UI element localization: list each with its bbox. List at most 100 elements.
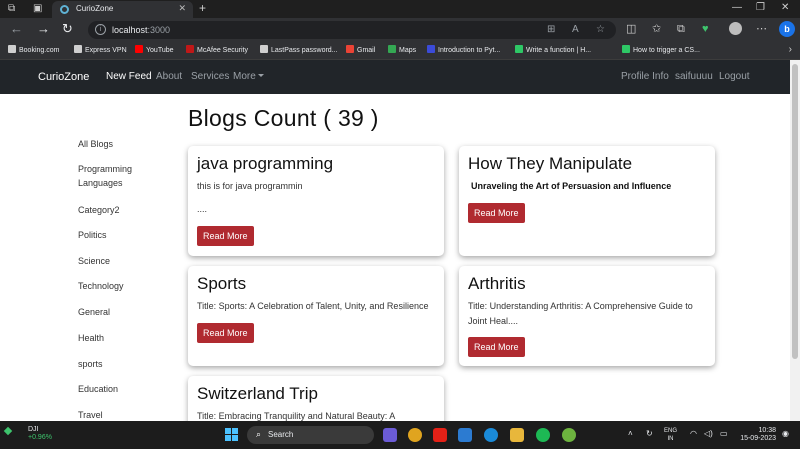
- update-icon[interactable]: ↻: [646, 429, 653, 438]
- stock-widget-icon: [3, 426, 13, 436]
- back-icon[interactable]: ←: [10, 22, 23, 36]
- bookmark-item[interactable]: LastPass password...: [260, 45, 338, 57]
- workspaces-icon[interactable]: ⧉: [8, 3, 15, 15]
- bookmark-item[interactable]: Gmail: [346, 45, 375, 57]
- notifications-icon[interactable]: ◉: [782, 429, 789, 438]
- read-more-button[interactable]: Read More: [197, 323, 254, 343]
- forward-icon[interactable]: →: [37, 22, 50, 36]
- extension-icon[interactable]: ♥: [702, 23, 709, 35]
- more-menu-icon[interactable]: ⋯: [756, 23, 767, 35]
- nav-username[interactable]: saifuuuu: [675, 71, 713, 82]
- sidebar-item-programming-languages[interactable]: Programming Languages: [78, 162, 158, 190]
- read-aloud-icon[interactable]: A: [572, 24, 579, 35]
- tab-actions-icon[interactable]: ▣: [33, 3, 42, 15]
- bookmark-item[interactable]: Introduction to Pyt...: [427, 45, 500, 57]
- nav-logout[interactable]: Logout: [719, 71, 750, 82]
- read-more-button[interactable]: Read More: [197, 226, 254, 246]
- favorite-star-icon[interactable]: ☆: [596, 24, 605, 35]
- sidebar-item-all-blogs[interactable]: All Blogs: [78, 137, 158, 151]
- youtube-icon: [135, 45, 143, 53]
- nav-about[interactable]: About: [156, 71, 182, 82]
- tab-curiozone[interactable]: CurioZone ✕: [52, 1, 193, 18]
- wifi-icon[interactable]: ◠: [690, 429, 697, 438]
- sidebar-item-travel[interactable]: Travel: [78, 408, 158, 421]
- site-info-icon[interactable]: i: [95, 24, 106, 35]
- app-available-icon[interactable]: ⊞: [547, 24, 555, 35]
- bookmark-icon: [260, 45, 268, 53]
- nav-new-feed[interactable]: New Feed: [106, 71, 152, 82]
- bookmark-item[interactable]: Write a function | H...: [515, 45, 591, 57]
- bookmark-item[interactable]: Express VPN: [74, 45, 127, 57]
- blog-card-title[interactable]: Sports: [197, 274, 246, 294]
- read-more-button[interactable]: Read More: [468, 203, 525, 223]
- clock-time: 10:38: [758, 427, 776, 434]
- bookmark-item[interactable]: How to trigger a CS...: [622, 45, 700, 57]
- file-explorer-icon[interactable]: [510, 428, 524, 442]
- nav-profile-info[interactable]: Profile Info: [621, 71, 669, 82]
- collections-icon[interactable]: ⧉: [677, 23, 685, 35]
- teams-icon[interactable]: [383, 428, 397, 442]
- profile-avatar[interactable]: [729, 22, 742, 35]
- search-icon: ⌕: [256, 429, 262, 439]
- tab-title: CurioZone: [76, 4, 114, 13]
- blog-card-title[interactable]: Switzerland Trip: [197, 384, 318, 404]
- blog-card-ellipsis: ....: [197, 204, 208, 214]
- reload-icon[interactable]: ↻: [62, 22, 73, 36]
- bookmark-item[interactable]: McAfee Security: [186, 45, 248, 57]
- sidebar-item-technology[interactable]: Technology: [78, 279, 158, 293]
- bookmark-item[interactable]: Maps: [388, 45, 416, 57]
- bookmark-icon: [515, 45, 523, 53]
- close-window-icon[interactable]: ✕: [781, 2, 789, 13]
- spring-tools-icon[interactable]: [562, 428, 576, 442]
- new-tab-icon[interactable]: +: [199, 1, 206, 15]
- spotify-icon[interactable]: [536, 428, 550, 442]
- volume-icon[interactable]: ◁): [704, 429, 713, 438]
- site-navbar: CurioZone New Feed About Services More P…: [0, 60, 790, 94]
- blog-card-title[interactable]: java programming: [197, 154, 333, 174]
- read-more-button[interactable]: Read More: [468, 337, 525, 357]
- favorites-icon[interactable]: ✩: [652, 23, 661, 35]
- bookmark-item[interactable]: Booking.com: [8, 45, 59, 57]
- system-clock[interactable]: 10:38 15-09-2023: [738, 427, 776, 443]
- vscode-icon[interactable]: [458, 428, 472, 442]
- blog-card-title[interactable]: Arthritis: [468, 274, 526, 294]
- input-language[interactable]: ENG IN: [664, 427, 677, 443]
- chrome-icon[interactable]: [408, 428, 422, 442]
- bookmark-item[interactable]: YouTube: [135, 45, 174, 57]
- site-brand[interactable]: CurioZone: [38, 71, 89, 83]
- sidebar-item-science[interactable]: Science: [78, 254, 158, 268]
- blog-card: How They Manipulate Unraveling the Art o…: [459, 146, 715, 256]
- taskbar-search[interactable]: ⌕ Search: [247, 426, 374, 444]
- sidebar-item-sports[interactable]: sports: [78, 357, 158, 371]
- battery-icon[interactable]: ▭: [720, 429, 728, 438]
- scrollbar-thumb[interactable]: [792, 64, 798, 359]
- sidebar-item-health[interactable]: Health: [78, 331, 158, 345]
- sidebar-item-education[interactable]: Education: [78, 382, 158, 396]
- bookmarks-overflow-icon[interactable]: ›: [789, 44, 792, 55]
- browser-toolbar: ← → ↻ i localhost:3000 ⊞ A ☆ ◫ ✩ ⧉ ♥ ⋯: [0, 18, 800, 42]
- restore-icon[interactable]: ❐: [756, 2, 765, 13]
- edge-icon[interactable]: [484, 428, 498, 442]
- close-tab-icon[interactable]: ✕: [178, 3, 186, 14]
- bing-chat-icon[interactable]: b: [779, 21, 795, 37]
- page-title: Blogs Count ( 39 ): [188, 105, 379, 131]
- address-bar[interactable]: i localhost:3000 ⊞ A ☆: [88, 21, 616, 39]
- windows-start-icon[interactable]: [225, 428, 238, 441]
- url-text: localhost:3000: [112, 25, 171, 35]
- youtube-app-icon[interactable]: [433, 428, 447, 442]
- sidebar-item-category2[interactable]: Category2: [78, 203, 158, 217]
- nav-services[interactable]: Services: [191, 71, 229, 82]
- minimize-icon[interactable]: —: [732, 2, 742, 13]
- maps-icon: [388, 45, 396, 53]
- blog-card-description: Title: Embracing Tranquility and Natural…: [197, 411, 396, 421]
- nav-more-dropdown[interactable]: More: [233, 71, 264, 82]
- blog-card: Arthritis Title: Understanding Arthritis…: [459, 266, 715, 366]
- split-screen-icon[interactable]: ◫: [626, 23, 636, 35]
- sidebar-item-politics[interactable]: Politics: [78, 228, 158, 242]
- sidebar-item-general[interactable]: General: [78, 305, 158, 319]
- show-hidden-icons-icon[interactable]: ˄: [628, 429, 633, 438]
- stock-widget[interactable]: DJI +0.96%: [28, 426, 52, 442]
- blog-card-title[interactable]: How They Manipulate: [468, 154, 632, 174]
- bookmark-icon: [8, 45, 16, 53]
- bookmarks-bar: Booking.com Express VPN YouTube McAfee S…: [0, 42, 800, 60]
